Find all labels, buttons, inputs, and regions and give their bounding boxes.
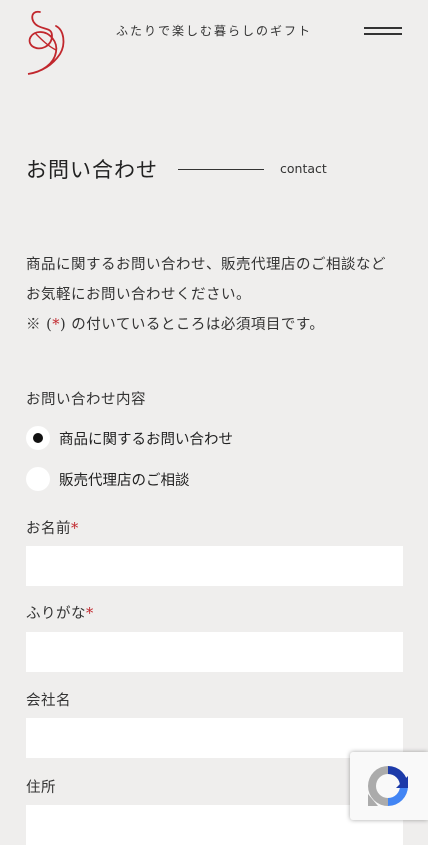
company-label: 会社名 — [26, 693, 71, 709]
intro-line-2: お気軽にお問い合わせください。 — [26, 287, 251, 303]
address-input[interactable] — [26, 805, 403, 845]
intro-line-3-prefix: ※ ( — [26, 317, 53, 333]
radio-button[interactable] — [26, 467, 50, 491]
kana-input[interactable] — [26, 632, 403, 672]
radio-button[interactable] — [26, 426, 50, 450]
company-input[interactable] — [26, 718, 403, 758]
page-title-row: お問い合わせ contact — [26, 154, 406, 184]
radio-selected-dot — [33, 433, 43, 443]
intro-line-3-suffix: ) の付いているところは必須項目です。 — [60, 317, 325, 333]
kana-label-text: ふりがな — [26, 606, 86, 622]
kana-label: ふりがな* — [26, 602, 94, 623]
recaptcha-icon — [368, 766, 408, 806]
required-mark: * — [52, 317, 61, 333]
page-title-english: contact — [280, 161, 327, 176]
ampersand-logo-icon[interactable] — [22, 6, 66, 78]
intro-line-3: ※ (*) の付いているところは必須項目です。 — [26, 310, 406, 340]
name-input[interactable] — [26, 546, 403, 586]
site-header: ふたりで楽しむ暮らしのギフト — [0, 0, 428, 80]
name-label-text: お名前 — [26, 521, 71, 537]
recaptcha-badge[interactable] — [350, 752, 428, 820]
radio-label[interactable]: 販売代理店のご相談 — [59, 469, 190, 490]
menu-line-top — [364, 27, 402, 29]
required-mark: * — [86, 606, 94, 622]
radio-product-inquiry[interactable]: 商品に関するお問い合わせ — [26, 426, 326, 452]
address-label: 住所 — [26, 780, 56, 796]
inquiry-type-label: お問い合わせ内容 — [26, 392, 146, 408]
radio-label[interactable]: 商品に関するお問い合わせ — [59, 428, 233, 449]
page-title: お問い合わせ — [26, 158, 158, 182]
name-label: お名前* — [26, 517, 79, 538]
menu-line-bottom — [364, 33, 402, 35]
intro-line-1: 商品に関するお問い合わせ、販売代理店のご相談など — [26, 257, 386, 273]
intro-text: 商品に関するお問い合わせ、販売代理店のご相談など お気軽にお問い合わせください。… — [26, 250, 406, 340]
required-mark: * — [71, 521, 79, 537]
title-divider — [178, 169, 264, 170]
hamburger-menu-icon[interactable] — [364, 24, 404, 38]
radio-dealer-consultation[interactable]: 販売代理店のご相談 — [26, 467, 326, 493]
